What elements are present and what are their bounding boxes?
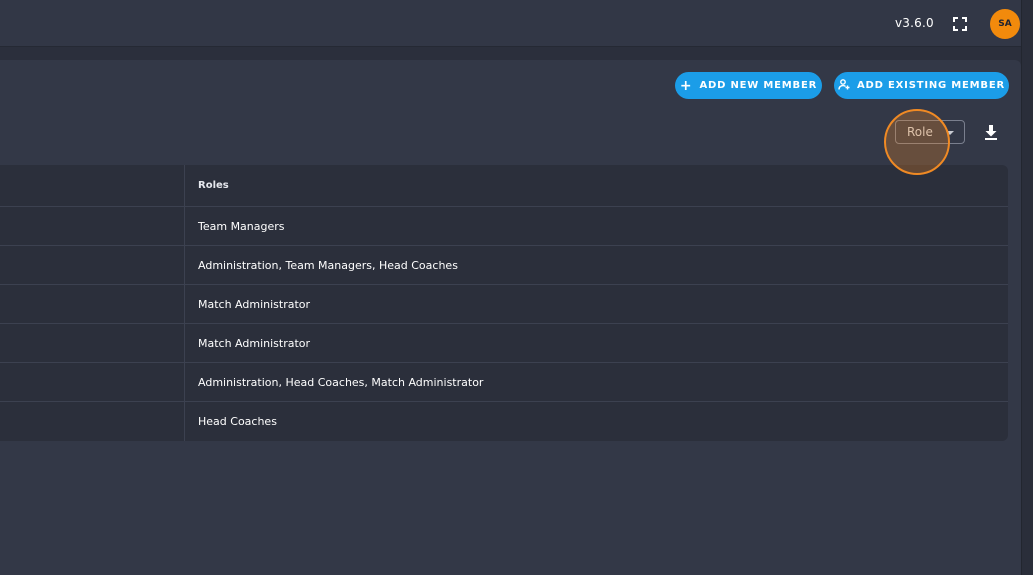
table-cell — [0, 324, 185, 362]
roles-cell: Match Administrator — [198, 297, 311, 311]
user-add-icon — [838, 78, 850, 93]
table-row[interactable]: Head Coaches — [0, 402, 1008, 441]
click-indicator — [884, 109, 950, 175]
table-header-row: Roles — [0, 165, 1008, 207]
table-cell — [0, 285, 185, 323]
table-cell — [0, 207, 185, 245]
members-panel: + ADD NEW MEMBER ADD EXISTING MEMBER Rol… — [0, 60, 1021, 575]
table-cell — [0, 363, 185, 401]
table-header-cell — [0, 165, 185, 206]
add-existing-member-label: ADD EXISTING MEMBER — [857, 80, 1005, 91]
roles-cell: Team Managers — [198, 219, 285, 233]
app-version: v3.6.0 — [895, 16, 934, 30]
roles-cell: Administration, Team Managers, Head Coac… — [198, 258, 458, 272]
page-scrollbar[interactable] — [1021, 0, 1033, 575]
roles-cell: Head Coaches — [198, 415, 277, 428]
add-existing-member-button[interactable]: ADD EXISTING MEMBER — [834, 72, 1009, 99]
members-table: Roles Team Managers Administration, Team… — [0, 165, 1008, 441]
user-avatar[interactable]: SA — [990, 9, 1020, 39]
table-row[interactable]: Match Administrator — [0, 324, 1008, 363]
download-icon[interactable] — [984, 124, 998, 140]
plus-icon: + — [679, 77, 693, 94]
add-new-member-label: ADD NEW MEMBER — [699, 80, 818, 91]
roles-cell: Match Administrator — [198, 336, 311, 350]
fullscreen-icon[interactable] — [953, 16, 967, 31]
top-bar: v3.6.0 SA — [0, 0, 1021, 47]
table-row[interactable]: Match Administrator — [0, 285, 1008, 324]
table-row[interactable]: Administration, Head Coaches, Match Admi… — [0, 363, 1008, 402]
table-row[interactable]: Administration, Team Managers, Head Coac… — [0, 246, 1008, 285]
table-cell — [0, 246, 185, 284]
add-new-member-button[interactable]: + ADD NEW MEMBER — [675, 72, 822, 99]
roles-column-header[interactable]: Roles — [198, 165, 229, 206]
roles-cell: Administration, Head Coaches, Match Admi… — [198, 375, 484, 389]
table-row[interactable]: Team Managers — [0, 207, 1008, 246]
table-cell — [0, 402, 185, 441]
